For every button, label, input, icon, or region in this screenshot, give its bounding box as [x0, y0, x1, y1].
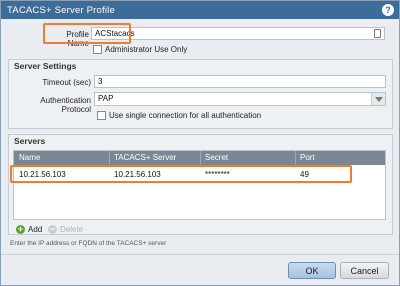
admin-use-only-label: Administrator Use Only — [105, 45, 188, 54]
delete-icon: − — [48, 224, 57, 234]
add-button[interactable]: Add — [28, 225, 42, 234]
single-connection-checkbox[interactable] — [97, 111, 106, 120]
dialog-titlebar[interactable]: TACACS+ Server Profile ? — [1, 1, 399, 19]
timeout-label: Timeout (sec) — [42, 78, 91, 87]
auth-protocol-label: Authentication Protocol — [40, 96, 91, 114]
servers-legend: Servers — [14, 136, 46, 146]
timeout-value: 3 — [98, 77, 103, 86]
profile-name-input[interactable]: ACStacacs — [91, 27, 385, 40]
servers-table-header: Name TACACS+ Server Secret Port — [14, 151, 385, 165]
server-row-highlight — [10, 165, 352, 183]
profile-name-highlight — [43, 23, 131, 44]
server-settings-legend: Server Settings — [14, 61, 77, 71]
column-divider[interactable] — [200, 151, 201, 165]
dialog-title: TACACS+ Server Profile — [7, 5, 115, 16]
tacacs-server-profile-dialog: TACACS+ Server Profile ? Profile Name AC… — [0, 0, 400, 286]
servers-table: Name TACACS+ Server Secret Port 10.21.56… — [13, 150, 386, 220]
column-header-secret[interactable]: Secret — [205, 153, 228, 162]
column-header-port[interactable]: Port — [300, 153, 315, 162]
auth-protocol-value: PAP — [98, 94, 114, 103]
admin-use-only-checkbox[interactable] — [93, 45, 102, 54]
chevron-down-icon[interactable] — [371, 93, 385, 105]
footer-divider — [1, 254, 399, 255]
single-connection-label: Use single connection for all authentica… — [109, 111, 262, 120]
help-icon[interactable]: ? — [382, 4, 394, 16]
column-header-tacacs-server[interactable]: TACACS+ Server — [114, 153, 176, 162]
add-icon[interactable]: + — [16, 225, 25, 234]
column-divider[interactable] — [295, 151, 296, 165]
delete-button: Delete — [60, 225, 84, 234]
timeout-input[interactable]: 3 — [94, 75, 386, 88]
auth-protocol-select[interactable]: PAP — [94, 92, 386, 106]
servers-hint: Enter the IP address or FQDN of the TACA… — [10, 240, 167, 247]
clipboard-icon[interactable] — [374, 29, 381, 38]
column-header-name[interactable]: Name — [19, 153, 40, 162]
cancel-button[interactable]: Cancel — [340, 262, 389, 279]
column-divider[interactable] — [109, 151, 110, 165]
ok-button[interactable]: OK — [288, 262, 336, 279]
